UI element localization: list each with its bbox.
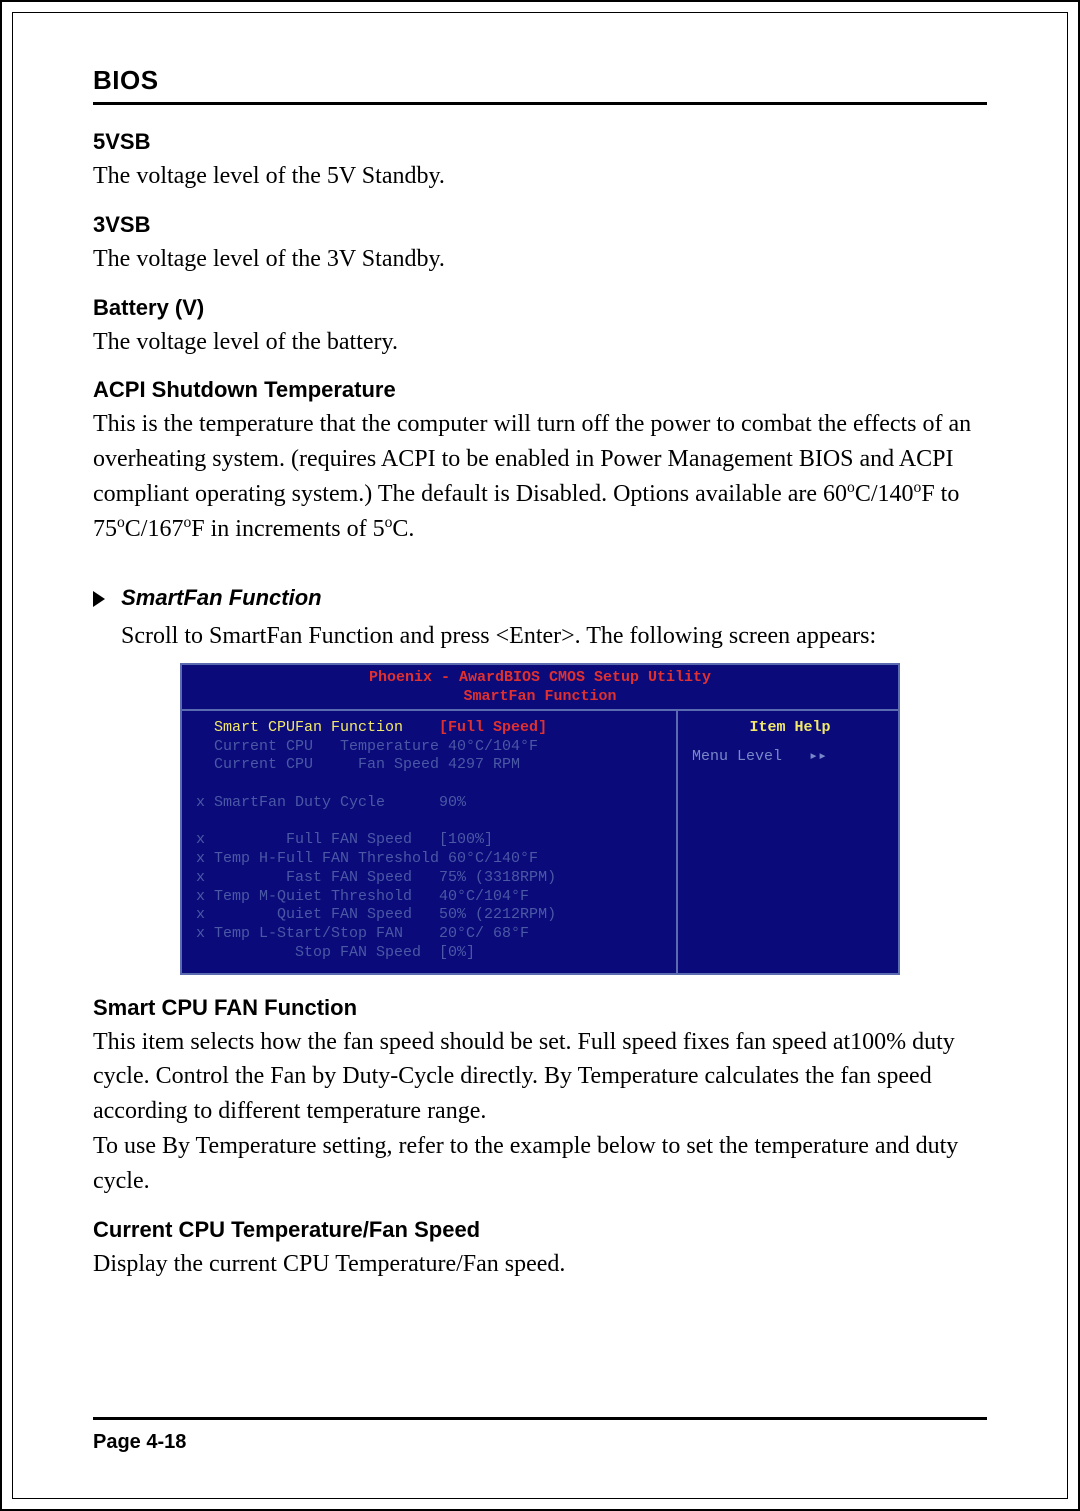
item-5vsb: 5VSB The voltage level of the 5V Standby… [93,129,987,194]
bios-row-label: Current CPU Temperature [196,738,448,755]
item-5vsb-title: 5VSB [93,129,987,155]
acpi-text-suffix: C. [392,516,414,542]
bios-row-label: Smart CPUFan Function [196,719,439,736]
bios-row-value: 4297 RPM [448,756,520,773]
item-smart-cpu-fan: Smart CPU FAN Function This item selects… [93,995,987,1199]
item-current-cpu-body: Display the current CPU Temperature/Fan … [93,1247,987,1282]
bios-row-label: x Quiet FAN Speed [196,906,439,923]
item-3vsb-title: 3VSB [93,212,987,238]
bios-screenshot: Phoenix - AwardBIOS CMOS Setup Utility S… [180,663,900,974]
bios-row-label: Stop FAN Speed [196,944,439,961]
bios-header-line1: Phoenix - AwardBIOS CMOS Setup Utility [369,669,711,686]
bios-row-value: 40°C/104°F [448,738,538,755]
item-smart-cpu-fan-body: This item selects how the fan speed shou… [93,1025,987,1199]
item-current-cpu: Current CPU Temperature/Fan Speed Displa… [93,1217,987,1282]
item-5vsb-body: The voltage level of the 5V Standby. [93,159,987,194]
degree-sup: o [847,479,855,496]
bios-header-line2: SmartFan Function [463,688,616,705]
bios-row-label: x Temp M-Quiet Threshold [196,888,439,905]
bios-row-label: x SmartFan Duty Cycle [196,794,439,811]
item-acpi-body: This is the temperature that the compute… [93,407,987,546]
item-battery-body: The voltage level of the battery. [93,325,987,360]
bios-row-value: 50% (2212RPM) [439,906,556,923]
bios-left-panel: Smart CPUFan Function [Full Speed] Curre… [182,711,678,973]
bios-body: Smart CPUFan Function [Full Speed] Curre… [182,711,898,973]
item-battery: Battery (V) The voltage level of the bat… [93,295,987,360]
bios-row-value: 75% (3318RPM) [439,869,556,886]
smartfan-intro: Scroll to SmartFan Function and press <E… [93,619,987,654]
acpi-text-mid4: F in increments of 5 [191,516,384,542]
bios-header: Phoenix - AwardBIOS CMOS Setup Utility S… [182,665,898,711]
bios-row-value: 60°C/140°F [448,850,538,867]
page-title: BIOS [93,65,987,105]
item-acpi-title: ACPI Shutdown Temperature [93,377,987,403]
bios-row-label: x Full FAN Speed [196,831,439,848]
bios-blank-row [196,775,666,794]
degree-sup: o [117,514,125,531]
page-number: Page 4-18 [93,1431,186,1454]
smartfan-heading-row: SmartFan Function [93,585,987,611]
item-3vsb-body: The voltage level of the 3V Standby. [93,242,987,277]
bios-row-value-selected: [Full Speed] [439,719,547,736]
footer-rule [93,1417,987,1420]
acpi-text-prefix: This is the temperature that the compute… [93,411,971,507]
bios-blank-row [196,813,666,832]
item-current-cpu-title: Current CPU Temperature/Fan Speed [93,1217,987,1243]
bios-row-value: 20°C/ 68°F [439,925,529,942]
item-3vsb: 3VSB The voltage level of the 3V Standby… [93,212,987,277]
triangle-right-icon [93,591,105,607]
bios-menu-level-label: Menu Level [692,748,782,765]
bios-menu-level-marker: ▸▸ [809,748,827,765]
bios-row-label: x Temp H-Full FAN Threshold [196,850,448,867]
bios-item-help-title: Item Help [692,719,888,738]
bios-row-value: [0%] [439,944,475,961]
bios-row-label: Current CPU Fan Speed [196,756,448,773]
smartfan-heading: SmartFan Function [121,585,321,610]
acpi-text-mid3: C/167 [125,516,184,542]
item-acpi: ACPI Shutdown Temperature This is the te… [93,377,987,546]
bios-row-value: 90% [439,794,466,811]
bios-row-value: 40°C/104°F [439,888,529,905]
page-inner-frame: BIOS 5VSB The voltage level of the 5V St… [12,12,1068,1499]
bios-row-value: [100%] [439,831,493,848]
page-outer-frame: BIOS 5VSB The voltage level of the 5V St… [0,0,1080,1511]
item-smart-cpu-fan-title: Smart CPU FAN Function [93,995,987,1021]
bios-row-label: x Fast FAN Speed [196,869,439,886]
item-battery-title: Battery (V) [93,295,987,321]
bios-right-panel: Item Help Menu Level ▸▸ [678,711,898,973]
bios-row-label: x Temp L-Start/Stop FAN [196,925,439,942]
acpi-text-mid1: C/140 [855,481,914,507]
